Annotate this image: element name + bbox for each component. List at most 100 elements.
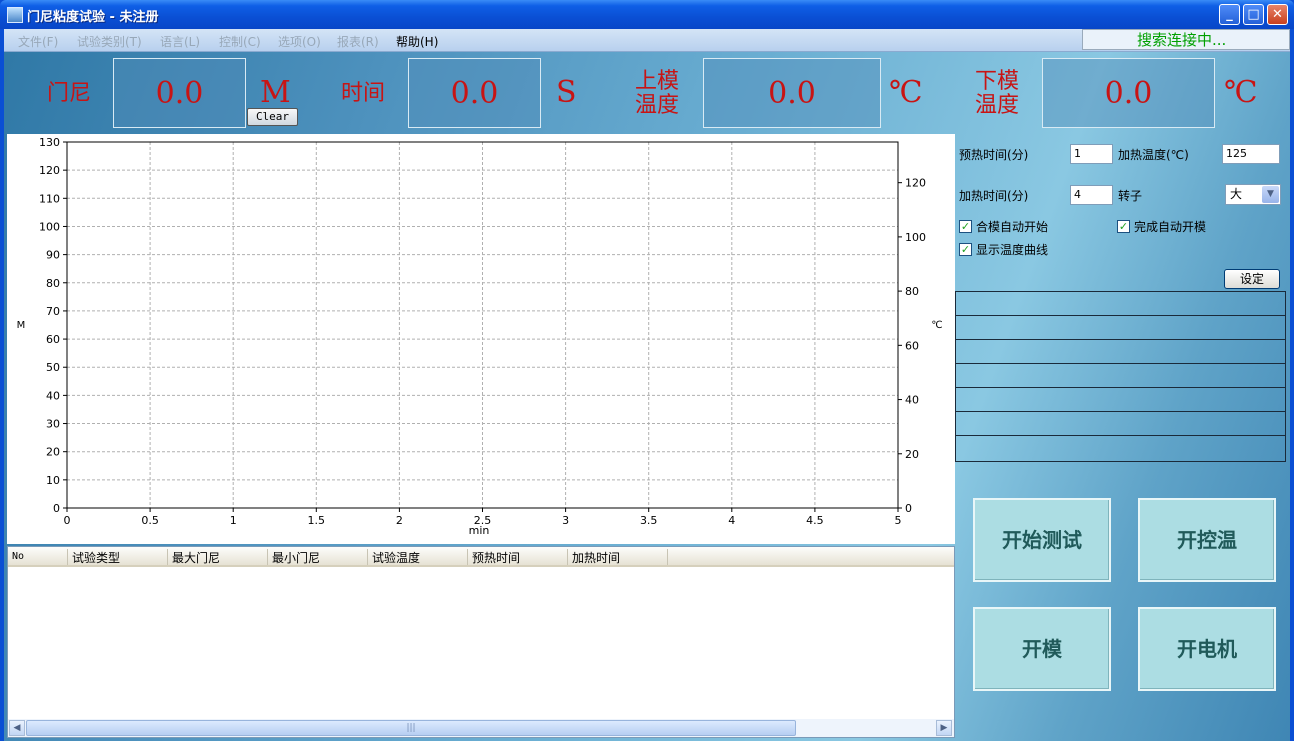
auto-open-label: 完成自动开模 bbox=[1134, 220, 1207, 234]
header-min-mooney[interactable]: 最小门尼 bbox=[268, 549, 368, 565]
minimize-button[interactable]: _ bbox=[1219, 4, 1240, 25]
table-header: No 试验类型 最大门尼 最小门尼 试验温度 预热时间 加热时间 bbox=[8, 547, 954, 567]
info-grid bbox=[955, 291, 1286, 462]
motor-button[interactable]: 开电机 bbox=[1138, 607, 1276, 691]
header-no[interactable]: No bbox=[8, 549, 68, 565]
rotor-select[interactable]: 大 ▼ bbox=[1225, 184, 1281, 205]
set-button[interactable]: 设定 bbox=[1224, 269, 1280, 289]
chart-canvas: 0 0.5 1 1.5 2 2.5 3 3.5 4 4.5 50102030405060708090… bbox=[17, 136, 943, 537]
x-tick-label: 5 bbox=[895, 514, 902, 527]
auto-open-checkbox[interactable]: ✓ bbox=[1117, 220, 1130, 233]
y-tick-label: 130 bbox=[39, 136, 60, 149]
menu-test-category[interactable]: 试验类别(T) bbox=[77, 33, 142, 50]
y-axis-label: M bbox=[17, 320, 26, 331]
y-tick-label: 120 bbox=[39, 164, 60, 177]
results-table: No 试验类型 最大门尼 最小门尼 试验温度 预热时间 加热时间 ◀ ||| ▶ bbox=[7, 546, 955, 738]
time-label: 时间 bbox=[340, 81, 385, 106]
y2-axis-label: ℃ bbox=[931, 320, 942, 331]
scroll-left-arrow[interactable]: ◀ bbox=[9, 720, 25, 736]
temp-control-button[interactable]: 开控温 bbox=[1138, 498, 1276, 582]
y-tick-label: 60 bbox=[46, 333, 60, 346]
start-test-button[interactable]: 开始测试 bbox=[973, 498, 1111, 582]
title-bar[interactable]: 门尼粘度试验 - 未注册 _ □ ✕ bbox=[0, 0, 1294, 29]
x-tick-label: 4 bbox=[728, 514, 735, 527]
menu-options[interactable]: 选项(O) bbox=[278, 33, 321, 50]
y-tick-label: 110 bbox=[39, 192, 60, 205]
horizontal-scrollbar[interactable]: ◀ ||| ▶ bbox=[8, 719, 954, 737]
info-row bbox=[956, 388, 1285, 412]
header-test-type[interactable]: 试验类型 bbox=[68, 549, 168, 565]
y-tick-label: 10 bbox=[46, 474, 60, 487]
mooney-chart: 0 0.5 1 1.5 2 2.5 3 3.5 4 4.5 5 0 10 20 30 40 50 60 70 80 90… bbox=[7, 134, 955, 544]
open-mold-button[interactable]: 开模 bbox=[973, 607, 1111, 691]
y2-tick-label: 40 bbox=[905, 394, 919, 407]
window-border-right bbox=[1290, 29, 1294, 741]
mooney-unit: M bbox=[260, 75, 291, 110]
y-tick-label: 40 bbox=[46, 389, 60, 402]
connection-status: 搜索连接中... bbox=[1082, 29, 1290, 50]
menu-report[interactable]: 报表(R) bbox=[337, 33, 379, 50]
info-row bbox=[956, 436, 1285, 460]
close-button[interactable]: ✕ bbox=[1267, 4, 1288, 25]
rotor-label: 转子 bbox=[1118, 189, 1143, 203]
header-test-temp[interactable]: 试验温度 bbox=[368, 549, 468, 565]
client-area: 文件(F) 试验类别(T) 语言(L) 控制(C) 选项(O) 报表(R) 帮助… bbox=[4, 29, 1290, 741]
menu-bar: 文件(F) 试验类别(T) 语言(L) 控制(C) 选项(O) 报表(R) 帮助… bbox=[4, 29, 1290, 52]
x-tick-label: 0 bbox=[64, 514, 71, 527]
upper-temp-label-line1: 上模 bbox=[634, 69, 679, 94]
info-row bbox=[956, 364, 1285, 388]
lower-temp-value: 0.0 bbox=[1042, 58, 1215, 128]
y2-tick-label: 20 bbox=[905, 448, 919, 461]
y2-tick-label: 80 bbox=[905, 285, 919, 298]
x-axis-label: min bbox=[469, 524, 490, 537]
y-tick-label: 0 bbox=[53, 502, 60, 515]
preheat-time-label: 预热时间(分) bbox=[959, 148, 1029, 162]
time-unit: S bbox=[556, 75, 577, 110]
heat-temp-input[interactable]: 125 bbox=[1222, 144, 1280, 164]
info-row bbox=[956, 412, 1285, 436]
upper-temp-value: 0.0 bbox=[703, 58, 881, 128]
menu-file[interactable]: 文件(F) bbox=[18, 33, 58, 50]
y-tick-label: 70 bbox=[46, 305, 60, 318]
auto-start-checkbox[interactable]: ✓ bbox=[959, 220, 972, 233]
heat-temp-label: 加热温度(℃) bbox=[1118, 148, 1189, 162]
x-tick-label: 2 bbox=[396, 514, 403, 527]
menu-control[interactable]: 控制(C) bbox=[219, 33, 261, 50]
scrollbar-thumb[interactable]: ||| bbox=[26, 720, 796, 736]
y2-tick-label: 100 bbox=[905, 231, 926, 244]
x-tick-label: 3 bbox=[562, 514, 569, 527]
chevron-down-icon[interactable]: ▼ bbox=[1262, 186, 1279, 203]
header-max-mooney[interactable]: 最大门尼 bbox=[168, 549, 268, 565]
app-icon bbox=[7, 7, 23, 23]
x-tick-label: 0.5 bbox=[141, 514, 159, 527]
heat-time-input[interactable]: 4 bbox=[1070, 185, 1113, 205]
maximize-button[interactable]: □ bbox=[1243, 4, 1264, 25]
lower-temp-unit: ℃ bbox=[1224, 75, 1258, 110]
info-row bbox=[956, 292, 1285, 316]
y2-tick-label: 60 bbox=[905, 339, 919, 352]
y2-tick-label: 120 bbox=[905, 177, 926, 190]
time-value: 0.0 bbox=[408, 58, 541, 128]
clear-button[interactable]: Clear bbox=[247, 108, 298, 126]
menu-language[interactable]: 语言(L) bbox=[160, 33, 200, 50]
mooney-value: 0.0 bbox=[113, 58, 246, 128]
y-tick-label: 50 bbox=[46, 361, 60, 374]
upper-temp-label-line2: 温度 bbox=[634, 93, 679, 118]
menu-help[interactable]: 帮助(H) bbox=[396, 33, 438, 50]
show-temp-curve-checkbox[interactable]: ✓ bbox=[959, 243, 972, 256]
window-title: 门尼粘度试验 - 未注册 bbox=[27, 10, 159, 25]
auto-start-label: 合模自动开始 bbox=[976, 220, 1049, 234]
rotor-selected-value: 大 bbox=[1230, 187, 1243, 201]
heat-time-label: 加热时间(分) bbox=[959, 189, 1029, 203]
x-tick-label: 3.5 bbox=[640, 514, 658, 527]
header-heat-time[interactable]: 加热时间 bbox=[568, 549, 668, 565]
y2-tick-label: 0 bbox=[905, 502, 912, 515]
application-window: 门尼粘度试验 - 未注册 _ □ ✕ 文件(F) 试验类别(T) 语言(L) 控… bbox=[0, 0, 1294, 741]
preheat-time-input[interactable]: 1 bbox=[1070, 144, 1113, 164]
upper-temp-unit: ℃ bbox=[889, 75, 923, 110]
y-tick-label: 100 bbox=[39, 220, 60, 233]
scroll-right-arrow[interactable]: ▶ bbox=[936, 720, 952, 736]
info-row bbox=[956, 340, 1285, 364]
header-preheat-time[interactable]: 预热时间 bbox=[468, 549, 568, 565]
lower-temp-label-line2: 温度 bbox=[974, 93, 1019, 118]
